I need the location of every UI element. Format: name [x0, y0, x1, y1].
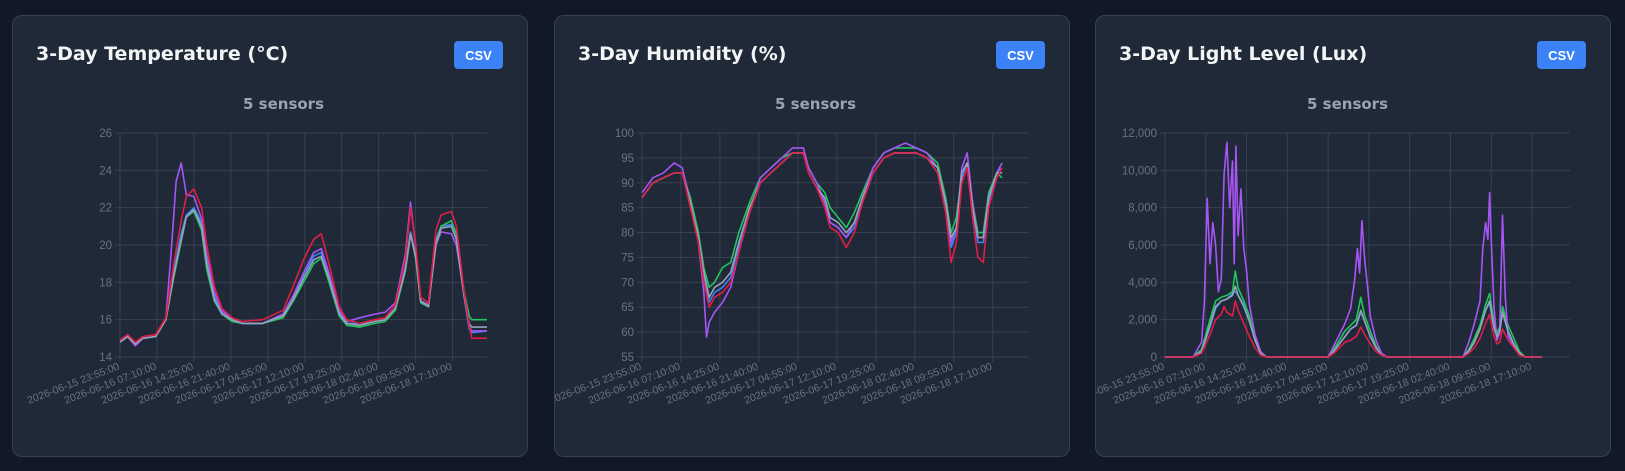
y-tick-label: 16 — [99, 315, 112, 327]
chart-subtitle: 5 sensors — [243, 95, 324, 113]
chart-subtitle: 5 sensors — [775, 95, 856, 113]
csv-download-button[interactable]: CSV — [454, 41, 503, 69]
card-title: 3-Day Humidity (%) — [578, 43, 787, 65]
y-tick-label: 80 — [621, 228, 634, 240]
y-tick-label: 18 — [99, 277, 112, 289]
y-tick-label: 90 — [621, 178, 634, 190]
y-tick-label: 85 — [621, 203, 634, 215]
y-tick-label: 8,000 — [1128, 203, 1157, 215]
temperature-chart: 5 sensors141618202224262026-06-15 23:55:… — [26, 95, 488, 407]
y-tick-label: 10,000 — [1122, 165, 1157, 177]
light-level-chart: 5 sensors02,0004,0006,0008,00010,00012,0… — [1096, 95, 1570, 407]
csv-download-button[interactable]: CSV — [1537, 41, 1586, 69]
y-tick-label: 60 — [621, 327, 634, 339]
y-tick-label: 20 — [99, 240, 112, 252]
y-tick-label: 24 — [99, 165, 112, 177]
humidity-chart: 5 sensors5560657075808590951002026-06-15… — [555, 95, 1029, 407]
y-tick-label: 6,000 — [1128, 240, 1157, 252]
chart-subtitle: 5 sensors — [1307, 95, 1388, 113]
y-tick-label: 26 — [99, 128, 112, 140]
card-title: 3-Day Light Level (Lux) — [1119, 43, 1368, 65]
y-tick-label: 100 — [615, 128, 634, 140]
y-tick-label: 65 — [621, 302, 634, 314]
humidity-card: 5 sensors 55 60 65 70 75 80 85 90 95 100 2026-06-15… — [554, 15, 1070, 457]
light-level-card: 5 sensors 0 2,000 4,000 6,000 8,000 10,000 12,0… — [1095, 15, 1611, 457]
y-tick-label: 4,000 — [1128, 277, 1157, 289]
sensor-series-5-line — [641, 152, 1003, 308]
temperature-card: 5 sensors 14 16 18 20 22 24 26 2026-06-15 23:55:… — [12, 15, 528, 457]
y-tick-label: 70 — [621, 277, 634, 289]
y-tick-label: 75 — [621, 252, 634, 264]
y-tick-label: 12,000 — [1122, 128, 1157, 140]
y-tick-label: 95 — [621, 153, 634, 165]
dashboard: 5 sensors 14 16 18 20 22 24 26 2026-06-15 23:55:… — [0, 0, 1625, 471]
y-tick-label: 2,000 — [1128, 315, 1157, 327]
csv-download-button[interactable]: CSV — [996, 41, 1045, 69]
card-title: 3-Day Temperature (°C) — [36, 43, 289, 65]
y-tick-label: 22 — [99, 203, 112, 215]
